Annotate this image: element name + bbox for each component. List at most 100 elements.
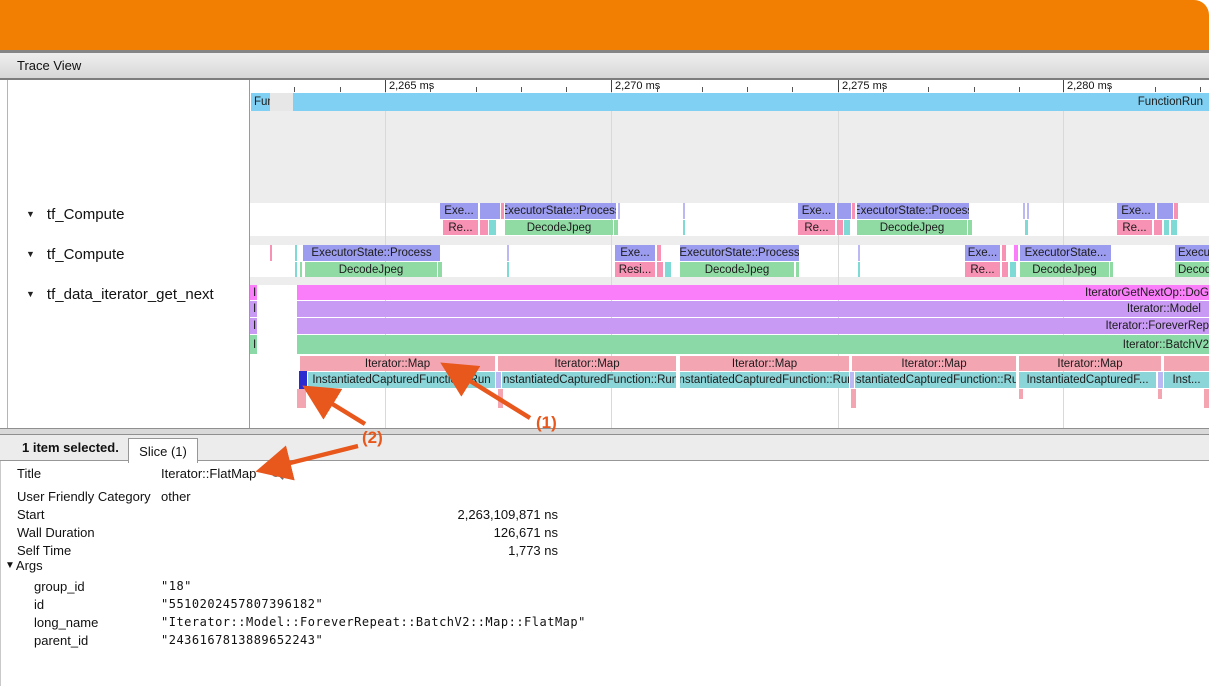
trace-slice-sliver[interactable]: [489, 220, 496, 235]
trace-slice-sliver[interactable]: [837, 220, 843, 235]
trace-slice-sliver[interactable]: [683, 220, 685, 235]
trace-slice-sliver[interactable]: [850, 372, 854, 388]
trace-slice[interactable]: InstantiatedCapturedFunction::Run: [855, 372, 1016, 388]
trace-slice[interactable]: DecodeJpeg: [505, 220, 613, 235]
trace-slice[interactable]: Exe...: [965, 245, 1000, 261]
trace-slice[interactable]: Exe...: [1117, 203, 1155, 219]
trace-slice[interactable]: InstantiatedCapturedFunction::Run: [502, 372, 676, 388]
trace-slice[interactable]: I: [250, 335, 257, 354]
trace-slice-sliver[interactable]: [297, 389, 306, 408]
trace-slice-sliver[interactable]: [1010, 262, 1016, 277]
trace-slice-sliver[interactable]: [1014, 245, 1018, 261]
trace-slice[interactable]: IteratorGetNextOp::DoG: [297, 285, 1209, 300]
trace-slice-sliver[interactable]: [837, 203, 851, 219]
trace-slice-sliver[interactable]: [618, 203, 620, 219]
timeline-canvas[interactable]: 2,265 ms2,270 ms2,275 ms2,280 msFunFunct…: [250, 80, 1209, 428]
trace-slice[interactable]: Iterator::Map: [852, 356, 1016, 371]
trace-slice-sliver[interactable]: [498, 389, 503, 408]
trace-slice-sliver[interactable]: [1025, 220, 1028, 235]
trace-slice[interactable]: I: [250, 301, 257, 317]
trace-slice[interactable]: Iterator::Model: [297, 301, 1209, 317]
trace-slice[interactable]: InstantiatedCapturedFunction::Run: [308, 372, 495, 388]
trace-slice[interactable]: Iterator::ForeverRep: [297, 318, 1209, 334]
trace-slice-sliver[interactable]: [295, 262, 297, 277]
trace-slice-sliver[interactable]: [1154, 220, 1162, 235]
trace-slice[interactable]: Iterator::Map: [1019, 356, 1161, 371]
trace-slice-sliver[interactable]: [968, 220, 972, 235]
trace-slice-sliver[interactable]: [1002, 262, 1008, 277]
trace-slice[interactable]: Iterator::Map: [498, 356, 676, 371]
trace-slice[interactable]: DecodeJpeg: [680, 262, 794, 277]
trace-slice-sliver[interactable]: [1158, 389, 1162, 399]
trace-slice-sliver[interactable]: [858, 262, 860, 277]
sidebar-item-tf-compute[interactable]: ▼tf_Compute: [26, 245, 124, 263]
trace-slice[interactable]: Iterator::BatchV2: [297, 335, 1209, 354]
trace-slice-sliver[interactable]: [796, 262, 799, 277]
args-section-toggle[interactable]: ▼ Args: [5, 558, 43, 573]
magnifier-icon[interactable]: [270, 466, 285, 481]
tab-slice[interactable]: Slice (1): [128, 438, 198, 463]
trace-slice-sliver[interactable]: [1164, 220, 1169, 235]
trace-slice-sliver[interactable]: [1110, 262, 1113, 277]
trace-slice[interactable]: ExecutorState::Process: [680, 245, 799, 261]
trace-slice-sliver[interactable]: [1157, 203, 1173, 219]
panel-splitter[interactable]: [0, 428, 1209, 435]
trace-slice-sliver[interactable]: [1023, 203, 1025, 219]
trace-slice-sliver[interactable]: [1019, 389, 1023, 399]
trace-slice-sliver[interactable]: [852, 203, 855, 219]
trace-slice[interactable]: InstantiatedCapturedF...: [1019, 372, 1156, 388]
trace-slice-sliver[interactable]: [507, 262, 509, 277]
trace-slice[interactable]: ExecutorState::Process: [857, 203, 969, 219]
trace-slice[interactable]: Inst...: [1164, 372, 1209, 388]
trace-slice-sliver[interactable]: [1164, 356, 1209, 371]
trace-slice[interactable]: Re...: [1117, 220, 1152, 235]
trace-slice[interactable]: FunctionRun: [293, 93, 1209, 111]
trace-slice-sliver[interactable]: [657, 245, 661, 261]
trace-slice[interactable]: Iterator::Map: [300, 356, 495, 371]
trace-slice[interactable]: Re...: [443, 220, 478, 235]
trace-slice[interactable]: DecodeJpeg: [1020, 262, 1109, 277]
trace-slice[interactable]: ExecutorState...: [1020, 245, 1111, 261]
trace-slice-sliver[interactable]: [496, 372, 501, 388]
trace-slice[interactable]: I: [250, 318, 257, 334]
trace-slice-sliver[interactable]: [1204, 389, 1209, 408]
trace-slice-sliver[interactable]: [858, 245, 860, 261]
trace-slice-sliver[interactable]: [851, 389, 856, 408]
trace-slice-sliver[interactable]: [295, 245, 297, 261]
trace-slice-sliver[interactable]: [438, 262, 442, 277]
sidebar-item-tf-data-iterator-get-next[interactable]: ▼tf_data_iterator_get_next: [26, 285, 214, 303]
trace-slice-sliver[interactable]: [480, 203, 500, 219]
trace-slice[interactable]: ExecutorState...: [1175, 245, 1209, 261]
trace-slice-sliver[interactable]: [300, 262, 302, 277]
trace-slice[interactable]: DecodeJpeg: [857, 220, 967, 235]
trace-slice-sliver[interactable]: [844, 220, 850, 235]
trace-slice-sliver[interactable]: [1002, 245, 1006, 261]
trace-slice-sliver[interactable]: [501, 203, 504, 219]
trace-slice-sliver[interactable]: [657, 262, 663, 277]
trace-slice-sliver[interactable]: [270, 93, 293, 111]
trace-slice-sliver[interactable]: [1174, 203, 1178, 219]
trace-slice-sliver[interactable]: [480, 220, 488, 235]
trace-slice[interactable]: ExecutorState::Process: [303, 245, 440, 261]
trace-slice-sliver[interactable]: [1027, 203, 1029, 219]
trace-slice[interactable]: I: [250, 285, 257, 300]
trace-slice[interactable]: Exe...: [798, 203, 835, 219]
trace-slice[interactable]: Resi...: [615, 262, 655, 277]
trace-slice-sliver[interactable]: [270, 245, 272, 261]
trace-slice[interactable]: ExecutorState::Process: [505, 203, 616, 219]
trace-slice[interactable]: Re...: [965, 262, 1000, 277]
trace-slice[interactable]: Re...: [798, 220, 835, 235]
trace-slice[interactable]: InstantiatedCapturedFunction::Run: [680, 372, 849, 388]
trace-slice-sliver[interactable]: [665, 262, 671, 277]
trace-slice[interactable]: Exe...: [615, 245, 655, 261]
sidebar-item-tf-compute[interactable]: ▼tf_Compute: [26, 205, 124, 223]
trace-slice[interactable]: Fun: [251, 93, 270, 111]
trace-slice-sliver[interactable]: [1158, 372, 1163, 388]
trace-slice-sliver[interactable]: [507, 245, 509, 261]
trace-slice-sliver[interactable]: [683, 203, 685, 219]
trace-slice-sliver[interactable]: [1171, 220, 1177, 235]
trace-slice-sliver[interactable]: [614, 220, 618, 235]
trace-slice[interactable]: Exe...: [440, 203, 478, 219]
trace-slice[interactable]: DecodeJpeg: [1175, 262, 1209, 277]
trace-slice[interactable]: DecodeJpeg: [305, 262, 437, 277]
